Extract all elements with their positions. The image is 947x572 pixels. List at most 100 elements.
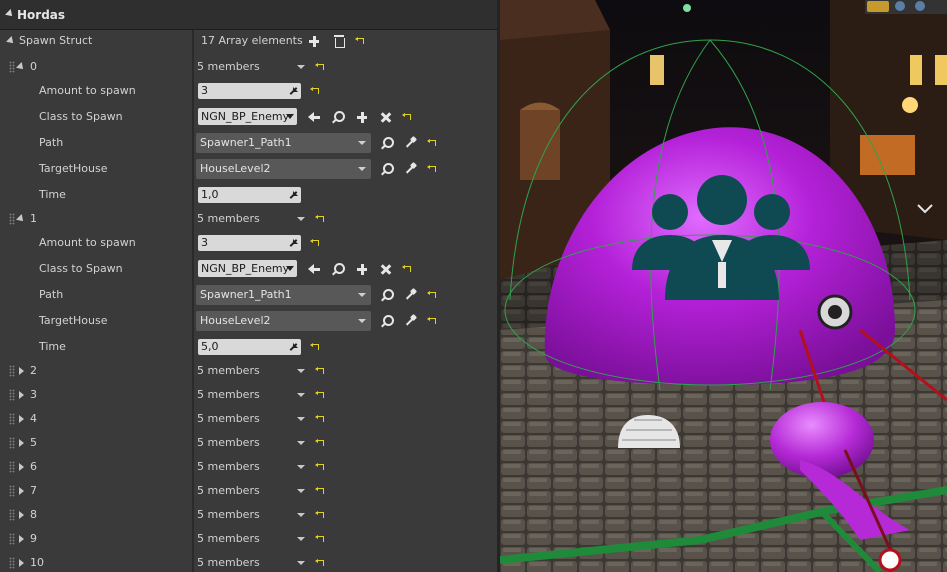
browse-icon[interactable] — [380, 288, 394, 302]
reset-to-default-icon[interactable] — [355, 37, 364, 46]
level-viewport[interactable] — [500, 0, 947, 572]
eyedropper-icon[interactable] — [404, 314, 418, 328]
reset-to-default-icon[interactable] — [315, 63, 324, 72]
members-dropdown[interactable]: 5 members — [197, 455, 260, 479]
expand-arrow-icon[interactable] — [19, 559, 24, 567]
reset-to-default-icon[interactable] — [315, 463, 324, 472]
reset-to-default-icon[interactable] — [315, 511, 324, 520]
browse-icon[interactable] — [331, 262, 345, 276]
time-field[interactable]: 1,0 — [198, 187, 301, 203]
path-picker[interactable]: Spawner1_Path1 — [196, 285, 371, 305]
browse-icon[interactable] — [331, 110, 345, 124]
chevron-down-icon[interactable] — [297, 417, 305, 421]
expand-arrow-icon[interactable] — [19, 463, 24, 471]
browse-icon[interactable] — [380, 314, 394, 328]
path-picker[interactable]: Spawner1_Path1 — [196, 133, 371, 153]
members-dropdown[interactable]: 5 members — [197, 55, 260, 79]
chevron-down-icon[interactable] — [297, 465, 305, 469]
target-picker[interactable]: HouseLevel2 — [196, 311, 371, 331]
add-icon[interactable] — [355, 110, 369, 124]
expand-arrow-icon[interactable] — [16, 62, 26, 72]
use-selected-icon[interactable] — [307, 262, 321, 276]
use-selected-icon[interactable] — [307, 110, 321, 124]
chevron-down-icon[interactable] — [297, 513, 305, 517]
drag-handle-icon[interactable] — [9, 557, 15, 569]
reset-to-default-icon[interactable] — [315, 487, 324, 496]
player-start-icon[interactable] — [878, 548, 902, 572]
drag-handle-icon[interactable] — [9, 413, 15, 425]
drag-handle-icon[interactable] — [9, 213, 15, 225]
reset-to-default-icon[interactable] — [427, 165, 436, 174]
add-element-icon[interactable] — [307, 34, 321, 48]
drag-handle-icon[interactable] — [9, 533, 15, 545]
members-dropdown[interactable]: 5 members — [197, 207, 260, 231]
eyedropper-icon[interactable] — [404, 162, 418, 176]
chevron-down-icon[interactable] — [297, 393, 305, 397]
drag-handle-icon[interactable] — [9, 509, 15, 521]
chevron-down-icon[interactable] — [297, 369, 305, 373]
reset-to-default-icon[interactable] — [310, 343, 319, 352]
members-dropdown[interactable]: 5 members — [197, 383, 260, 407]
toolbar-button[interactable] — [895, 1, 905, 11]
reset-to-default-icon[interactable] — [402, 113, 411, 122]
expand-arrow-icon[interactable] — [19, 439, 24, 447]
expand-arrow-icon[interactable] — [19, 391, 24, 399]
members-dropdown[interactable]: 5 members — [197, 407, 260, 431]
reset-to-default-icon[interactable] — [315, 391, 324, 400]
members-dropdown[interactable]: 5 members — [197, 527, 260, 551]
members-dropdown[interactable]: 5 members — [197, 503, 260, 527]
add-icon[interactable] — [355, 262, 369, 276]
amount-field[interactable]: 3 — [198, 235, 301, 251]
reset-to-default-icon[interactable] — [315, 535, 324, 544]
category-header[interactable]: Hordas — [0, 0, 500, 30]
reset-to-default-icon[interactable] — [315, 415, 324, 424]
expand-arrow-icon[interactable] — [19, 415, 24, 423]
clear-icon[interactable] — [379, 110, 393, 124]
chevron-down-icon[interactable] — [297, 537, 305, 541]
drag-handle-icon[interactable] — [9, 61, 15, 73]
chevron-down-icon[interactable] — [297, 441, 305, 445]
amount-field[interactable]: 3 — [198, 83, 301, 99]
members-dropdown[interactable]: 5 members — [197, 359, 260, 383]
drag-handle-icon[interactable] — [9, 437, 15, 449]
chevron-down-icon[interactable] — [297, 489, 305, 493]
members-dropdown[interactable]: 5 members — [197, 431, 260, 455]
expand-arrow-icon[interactable] — [19, 511, 24, 519]
drag-handle-icon[interactable] — [9, 485, 15, 497]
reset-to-default-icon[interactable] — [315, 559, 324, 568]
class-combo[interactable]: NGN_BP_Enemy — [198, 108, 297, 125]
expand-arrow-icon[interactable] — [16, 214, 26, 224]
toolbar-button[interactable] — [915, 1, 925, 11]
reset-to-default-icon[interactable] — [427, 317, 436, 326]
reset-to-default-icon[interactable] — [315, 367, 324, 376]
members-dropdown[interactable]: 5 members — [197, 551, 260, 572]
expand-arrow-icon[interactable] — [19, 487, 24, 495]
eyedropper-icon[interactable] — [404, 136, 418, 150]
reset-to-default-icon[interactable] — [315, 439, 324, 448]
reset-to-default-icon[interactable] — [427, 291, 436, 300]
clear-icon[interactable] — [379, 262, 393, 276]
eyedropper-icon[interactable] — [404, 288, 418, 302]
browse-icon[interactable] — [380, 136, 394, 150]
target-picker[interactable]: HouseLevel2 — [196, 159, 371, 179]
drag-handle-icon[interactable] — [9, 389, 15, 401]
drag-handle-icon[interactable] — [9, 461, 15, 473]
chevron-down-icon[interactable] — [297, 561, 305, 565]
members-dropdown[interactable]: 5 members — [197, 479, 260, 503]
reset-to-default-icon[interactable] — [402, 265, 411, 274]
target-marker-blob[interactable] — [770, 402, 874, 478]
browse-icon[interactable] — [380, 162, 394, 176]
trash-icon[interactable] — [332, 34, 346, 48]
reset-to-default-icon[interactable] — [310, 87, 319, 96]
toolbar-button[interactable] — [867, 1, 889, 12]
chevron-down-icon[interactable] — [297, 217, 305, 221]
reset-to-default-icon[interactable] — [427, 139, 436, 148]
expand-arrow-icon[interactable] — [19, 367, 24, 375]
chevron-down-icon[interactable] — [297, 65, 305, 69]
reset-to-default-icon[interactable] — [310, 239, 319, 248]
reset-to-default-icon[interactable] — [315, 215, 324, 224]
time-field[interactable]: 5,0 — [198, 339, 301, 355]
collapse-triangle-icon[interactable] — [5, 9, 15, 19]
expand-arrow-icon[interactable] — [6, 36, 16, 46]
expand-arrow-icon[interactable] — [19, 535, 24, 543]
